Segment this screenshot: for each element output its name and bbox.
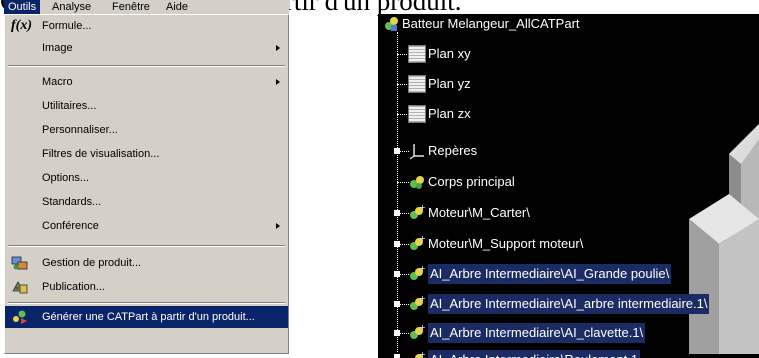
svg-text:+: + bbox=[419, 324, 426, 332]
plane-icon bbox=[408, 45, 426, 63]
menu-item-label: Publication... bbox=[42, 281, 105, 293]
menu-item-label: Gestion de produit... bbox=[42, 257, 142, 269]
plane-icon bbox=[408, 75, 426, 93]
formula-icon: f(x) bbox=[11, 18, 32, 33]
menu-separator bbox=[8, 302, 285, 304]
menu-bar: Outils Analyse Fenêtre Aide bbox=[4, 0, 289, 14]
menu-outils[interactable]: Outils bbox=[4, 0, 41, 14]
menu-item-publication[interactable]: Publication... bbox=[5, 276, 288, 298]
body-icon: + bbox=[408, 350, 426, 358]
body-icon: + bbox=[408, 264, 426, 283]
svg-text:+: + bbox=[419, 204, 426, 212]
tree-node-label: AI_Arbre Intermediaire\AI_clavette.1\ bbox=[428, 323, 646, 343]
product-management-icon bbox=[11, 255, 29, 271]
tree-node-label: Moteur\M_Support moteur\ bbox=[428, 236, 584, 251]
svg-text:+: + bbox=[419, 265, 426, 273]
svg-text:+: + bbox=[419, 295, 426, 303]
tree-node-label: Plan zx bbox=[428, 106, 471, 121]
menu-item-generer-catpart[interactable]: Générer une CATPart à partir d'un produi… bbox=[5, 306, 288, 328]
menu-item-label: Standards... bbox=[42, 196, 102, 208]
menu-item-filtres-visualisation[interactable]: Filtres de visualisation... bbox=[5, 143, 288, 165]
generate-catpart-icon bbox=[11, 309, 29, 325]
menu-item-label: Conférence bbox=[42, 220, 99, 232]
menu-item-label: Utilitaires... bbox=[42, 100, 97, 112]
svg-text:+: + bbox=[419, 235, 426, 243]
tree-node-label: Moteur\M_Carter\ bbox=[428, 205, 530, 220]
submenu-arrow-icon bbox=[276, 45, 280, 51]
tree-node-label: AI_Arbre Intermediaire\AI_Grande poulie\ bbox=[428, 264, 672, 284]
menu-item-formule[interactable]: f(x) Formule... bbox=[5, 15, 288, 37]
menu-item-options[interactable]: Options... bbox=[5, 167, 288, 189]
tree-node-label: Plan yz bbox=[428, 76, 471, 91]
menu-aide[interactable]: Aide bbox=[162, 0, 192, 14]
menu-item-label: Personnaliser... bbox=[42, 124, 118, 136]
plane-icon bbox=[408, 105, 426, 123]
body-icon: + bbox=[408, 323, 426, 342]
tree-node-label: AI_Arbre Intermediaire\Roulement.1 bbox=[428, 350, 641, 358]
tree-node-label: Plan xy bbox=[428, 46, 471, 61]
menu-item-conference[interactable]: Conférence bbox=[5, 215, 288, 237]
submenu-arrow-icon bbox=[276, 223, 280, 229]
menu-item-gestion-produit[interactable]: Gestion de produit... bbox=[5, 252, 288, 274]
expand-node-icon[interactable] bbox=[394, 354, 400, 358]
menu-separator bbox=[8, 245, 285, 247]
axis-system-icon bbox=[408, 142, 426, 160]
svg-text:+: + bbox=[419, 351, 426, 358]
product-icon bbox=[382, 15, 400, 33]
publication-icon bbox=[11, 279, 29, 295]
menu-item-label: Macro bbox=[42, 76, 73, 88]
menu-item-macro[interactable]: Macro bbox=[5, 71, 288, 93]
tree-node-label: Repères bbox=[428, 143, 478, 158]
menu-item-image[interactable]: Image bbox=[5, 37, 288, 59]
outils-dropdown-menu: f(x) Formule... Image Macro Utilitaires.… bbox=[4, 14, 289, 354]
menu-item-label: Générer une CATPart à partir d'un produi… bbox=[42, 311, 255, 323]
menu-item-utilitaires[interactable]: Utilitaires... bbox=[5, 95, 288, 117]
body-icon: + bbox=[408, 294, 426, 313]
part-3d-view bbox=[689, 124, 759, 354]
specification-tree: Batteur Melangeur_AllCATPart Plan xy Pla… bbox=[378, 14, 759, 358]
menu-analyse[interactable]: Analyse bbox=[48, 0, 95, 14]
menu-item-label: Options... bbox=[42, 172, 90, 184]
tree-node-label: Batteur Melangeur_AllCATPart bbox=[402, 16, 580, 31]
tree-node-label: AI_Arbre Intermediaire\AI_arbre intermed… bbox=[428, 294, 710, 314]
body-icon: + bbox=[408, 203, 426, 222]
menu-item-label: Formule... bbox=[42, 20, 92, 32]
menu-item-label: Image bbox=[42, 42, 73, 54]
menu-item-label: Filtres de visualisation... bbox=[42, 148, 160, 160]
menu-item-personnaliser[interactable]: Personnaliser... bbox=[5, 119, 288, 141]
menu-separator bbox=[8, 65, 285, 67]
part-body-icon bbox=[408, 173, 426, 191]
body-icon: + bbox=[408, 234, 426, 253]
menu-fenetre[interactable]: Fenêtre bbox=[108, 0, 154, 14]
menu-item-standards[interactable]: Standards... bbox=[5, 191, 288, 213]
submenu-arrow-icon bbox=[276, 79, 280, 85]
tree-node-label: Corps principal bbox=[428, 174, 515, 189]
